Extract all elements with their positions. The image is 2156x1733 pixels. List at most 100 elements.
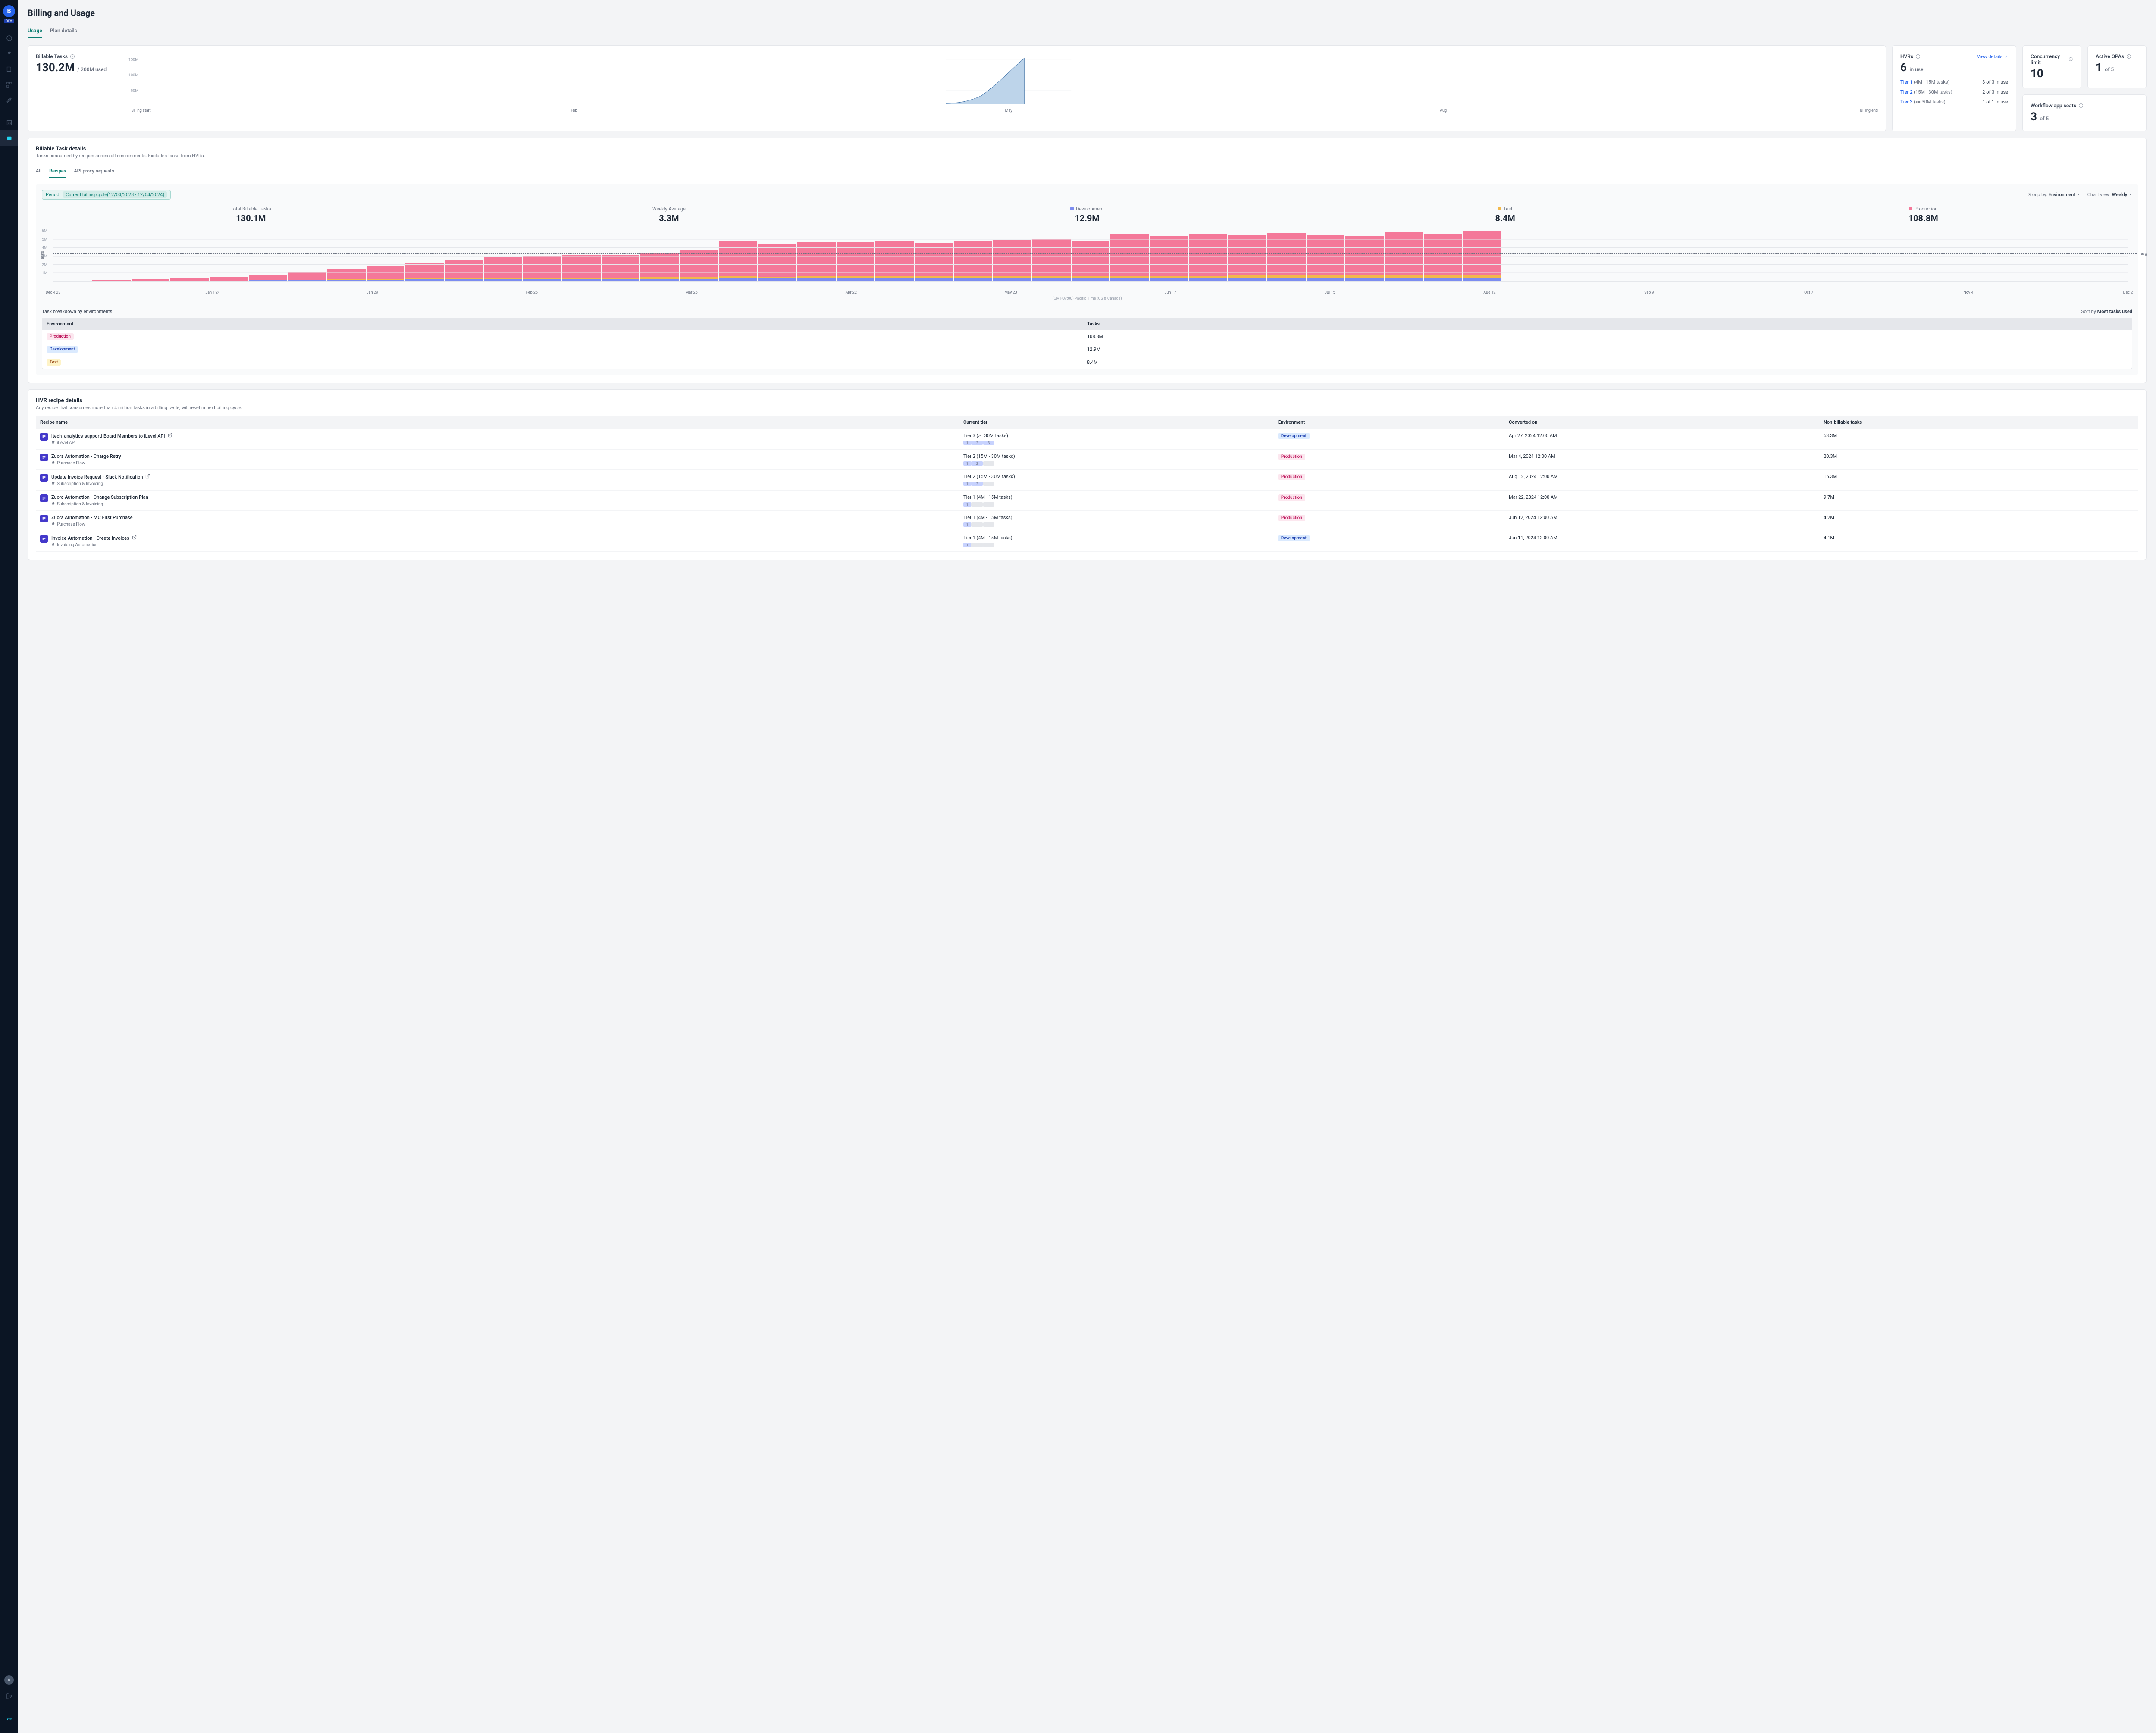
env-table-row[interactable]: Development12.9M: [42, 343, 2132, 356]
bar-column[interactable]: [1345, 231, 1384, 282]
billable-details-section: Billable Task details Tasks consumed by …: [28, 138, 2147, 383]
nav-reports-icon[interactable]: [0, 115, 18, 130]
home-icon: [51, 501, 55, 507]
nav-dashboard-icon[interactable]: [0, 30, 18, 46]
hvr-value: 6 in use: [1900, 61, 2008, 74]
bar-column[interactable]: [1032, 231, 1071, 282]
env-table-row[interactable]: Production108.8M: [42, 330, 2132, 343]
home-icon: [51, 522, 55, 527]
hvr-card: HVRs View details 6 in use Tier 1 (4M - …: [1892, 45, 2016, 131]
home-icon: [51, 542, 55, 547]
hvr-recipe-row[interactable]: Update Invoice Request - Slack Notificat…: [36, 470, 2138, 491]
bar-column[interactable]: [1110, 231, 1149, 282]
bar-column[interactable]: [1228, 231, 1266, 282]
bar-column[interactable]: [210, 231, 248, 282]
logout-icon[interactable]: [0, 1688, 18, 1704]
bar-column[interactable]: [132, 231, 170, 282]
bar-column[interactable]: [484, 231, 522, 282]
opa-card: Active OPAs 1 of 5: [2087, 45, 2147, 88]
tier-row: Tier 3 (>= 30M tasks)1 of 1 in use: [1900, 99, 2008, 105]
hvr-recipe-row[interactable]: [tech_analytics-support] Board Members t…: [36, 429, 2138, 450]
bar-column[interactable]: [562, 231, 601, 282]
bar-column[interactable]: [680, 231, 718, 282]
chart-view-dropdown[interactable]: Chart view: Weekly: [2087, 192, 2132, 197]
external-link-icon[interactable]: [168, 433, 172, 439]
brand-logo-icon: [0, 1711, 18, 1726]
bar-column[interactable]: [1267, 231, 1306, 282]
tab-plan-details[interactable]: Plan details: [50, 24, 77, 38]
nav-library-icon[interactable]: [0, 61, 18, 77]
group-by-dropdown[interactable]: Group by: Environment: [2028, 192, 2081, 197]
bar-column[interactable]: [1385, 231, 1423, 282]
bar-column[interactable]: [797, 231, 836, 282]
bar-column[interactable]: [1150, 231, 1188, 282]
bar-column[interactable]: [1424, 231, 1462, 282]
sort-dropdown[interactable]: Sort by Most tasks used: [2081, 309, 2132, 314]
bar-column[interactable]: [327, 231, 366, 282]
tab-usage[interactable]: Usage: [28, 24, 42, 38]
bar-column[interactable]: [92, 231, 131, 282]
workspace-logo[interactable]: B: [3, 5, 15, 17]
bar-column[interactable]: [249, 231, 287, 282]
view-details-link[interactable]: View details: [1977, 54, 2008, 59]
stat-dev: Development12.9M: [878, 206, 1296, 223]
nav-data-icon[interactable]: [0, 77, 18, 92]
tier-row: Tier 2 (15M - 30M tasks)2 of 3 in use: [1900, 89, 2008, 95]
env-badge: DEV: [4, 19, 14, 23]
bar-column[interactable]: [993, 231, 1031, 282]
subtab-api-proxy-requests[interactable]: API proxy requests: [74, 165, 114, 178]
nav-tools-icon[interactable]: [0, 92, 18, 108]
billable-tasks-card: Billable Tasks 130.2M / 200M used 150M10…: [28, 45, 1886, 131]
bar-column[interactable]: [837, 231, 875, 282]
nav-billing-icon[interactable]: [0, 130, 18, 146]
bar-column[interactable]: [523, 231, 561, 282]
period-chip[interactable]: Period: Current billing cycle(12/04/2023…: [42, 190, 171, 200]
recipe-icon: [40, 535, 48, 543]
info-icon[interactable]: [70, 54, 75, 59]
bar-column[interactable]: [405, 231, 444, 282]
bar-column[interactable]: [367, 231, 405, 282]
bar-column[interactable]: [170, 231, 209, 282]
page-title: Billing and Usage: [28, 8, 2147, 18]
home-icon: [51, 460, 55, 466]
bar-column[interactable]: [1463, 231, 1501, 282]
hvr-recipe-row[interactable]: Zuora Automation - Change Subscription P…: [36, 491, 2138, 511]
bar-column[interactable]: [53, 231, 91, 282]
main-content: Billing and Usage Usage Plan details Bill…: [18, 0, 2156, 1733]
bar-column[interactable]: [719, 231, 757, 282]
details-title: Billable Task details: [36, 146, 2138, 152]
bar-column[interactable]: [1189, 231, 1227, 282]
bar-column[interactable]: [954, 231, 992, 282]
info-icon[interactable]: [2068, 57, 2073, 62]
bar-column[interactable]: [758, 231, 796, 282]
seats-card: Workflow app seats 3 of 5: [2022, 94, 2147, 131]
details-subtabs: All Recipes API proxy requests: [36, 165, 2138, 178]
external-link-icon[interactable]: [132, 535, 137, 541]
concurrency-card: Concurrency limit 10: [2022, 45, 2081, 88]
bar-column[interactable]: [602, 231, 640, 282]
stat-avg: Weekly Average3.3M: [460, 206, 878, 223]
env-table-row[interactable]: Test8.4M: [42, 356, 2132, 369]
hvr-recipe-row[interactable]: Zuora Automation - Charge Retry Purchase…: [36, 450, 2138, 470]
subtab-recipes[interactable]: Recipes: [49, 165, 66, 178]
hvr-label: HVRs: [1900, 53, 1921, 59]
bar-column[interactable]: [445, 231, 483, 282]
info-icon[interactable]: [2078, 103, 2084, 108]
concurrency-value: 10: [2031, 67, 2073, 80]
nav-assets-icon[interactable]: [0, 46, 18, 61]
bar-column[interactable]: [915, 231, 953, 282]
hvr-recipe-row[interactable]: Zuora Automation - MC First Purchase Pur…: [36, 511, 2138, 531]
hvr-recipe-row[interactable]: Invoice Automation - Create Invoices Inv…: [36, 531, 2138, 552]
recipe-icon: [40, 474, 48, 482]
info-icon[interactable]: [1915, 54, 1921, 59]
user-avatar[interactable]: A: [4, 1675, 14, 1685]
bar-column[interactable]: [640, 231, 679, 282]
bar-column[interactable]: [1072, 231, 1110, 282]
info-icon[interactable]: [2126, 54, 2131, 59]
subtab-all[interactable]: All: [36, 165, 41, 178]
bar-column[interactable]: [875, 231, 914, 282]
bar-column[interactable]: [1307, 231, 1345, 282]
external-link-icon[interactable]: [145, 474, 150, 480]
sidebar: B DEV A: [0, 0, 18, 1733]
bar-column[interactable]: [288, 231, 326, 282]
